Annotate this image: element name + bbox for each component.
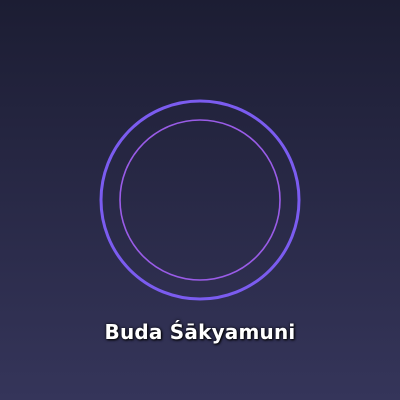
caption-title: Buda Śākyamuni	[104, 320, 296, 344]
meditation-stage: Buda Śākyamuni	[0, 0, 400, 400]
inner-ring	[119, 119, 281, 281]
outer-ring	[99, 99, 301, 301]
